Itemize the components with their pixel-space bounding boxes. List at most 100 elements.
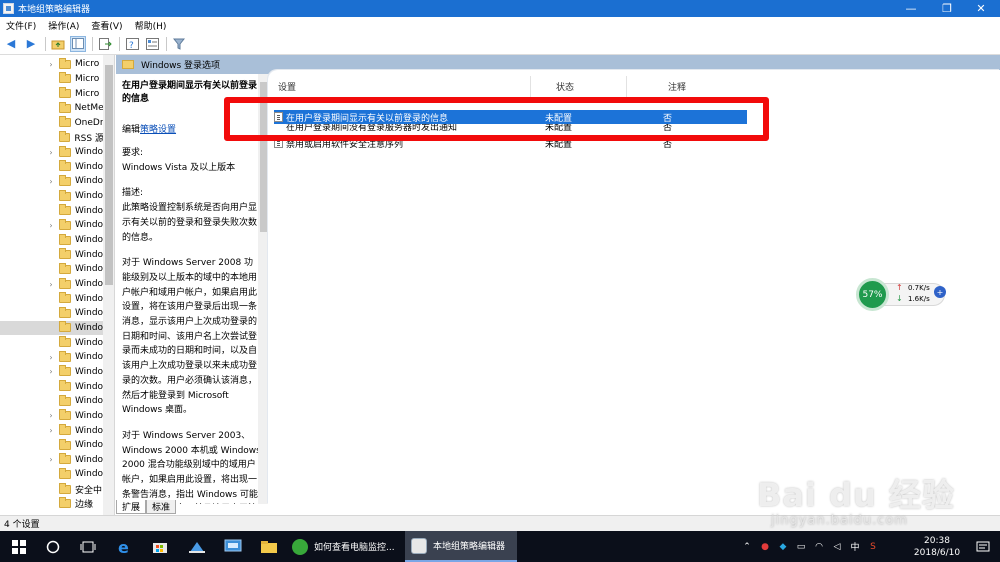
tree-item[interactable]: › Windo xyxy=(0,218,103,233)
help-icon[interactable]: ? xyxy=(124,36,140,52)
chevron-right-icon[interactable]: › xyxy=(46,411,56,420)
tree-item[interactable]: › Windo xyxy=(0,174,103,189)
tree-item[interactable]: Windo xyxy=(0,291,103,306)
tree-item[interactable]: Windo xyxy=(0,160,103,175)
column-header-setting[interactable]: 设置 xyxy=(278,80,296,93)
chevron-right-icon[interactable]: › xyxy=(46,177,56,186)
tree-item[interactable]: › Windo xyxy=(0,145,103,160)
chevron-right-icon[interactable]: › xyxy=(46,426,56,435)
tree-item-label: OneDr xyxy=(74,117,103,128)
taskbar-clock[interactable]: 20:38 2018/6/10 xyxy=(906,535,968,559)
tree-item[interactable]: Windo xyxy=(0,335,103,350)
toolbar-separator xyxy=(119,36,120,51)
chevron-right-icon[interactable]: › xyxy=(46,455,56,464)
show-hide-tree-icon[interactable] xyxy=(70,35,86,52)
chevron-right-icon[interactable]: › xyxy=(46,148,56,157)
folder-up-icon[interactable] xyxy=(50,36,66,52)
tree-scrollbar[interactable] xyxy=(103,55,114,515)
tree-item[interactable]: Windo xyxy=(0,438,103,453)
task-view-icon[interactable] xyxy=(69,531,107,562)
close-button[interactable]: ✕ xyxy=(966,0,996,17)
maximize-button[interactable]: ❐ xyxy=(932,0,962,17)
security-app-icon[interactable]: ● xyxy=(756,542,774,552)
minimize-button[interactable]: — xyxy=(896,0,926,17)
tree-item[interactable]: 安全中 xyxy=(0,482,103,497)
svg-text:e: e xyxy=(118,539,129,555)
notification-center-icon[interactable] xyxy=(966,531,1000,562)
tree-item-label: Windo xyxy=(74,264,103,275)
network-speed-widget[interactable]: 57% ↑ 0.7K/s ↓ 1.6K/s + xyxy=(856,278,948,311)
windows-start-icon[interactable] xyxy=(0,531,38,562)
tree-item[interactable]: › Windo xyxy=(0,365,103,380)
tree-item[interactable]: OneDr xyxy=(0,116,103,131)
chevron-right-icon[interactable]: › xyxy=(46,353,56,362)
chevron-right-icon[interactable]: › xyxy=(46,280,56,289)
menu-action[interactable]: 操作(A) xyxy=(48,19,79,32)
remote-desktop-icon[interactable] xyxy=(214,531,252,562)
export-list-icon[interactable] xyxy=(97,36,113,52)
tab-extended[interactable]: 扩展 xyxy=(116,500,147,514)
chevron-right-icon[interactable]: › xyxy=(46,221,56,230)
tree-item[interactable]: › Windo xyxy=(0,277,103,292)
tree-item[interactable]: Micro xyxy=(0,86,103,101)
tree-item[interactable]: Windo xyxy=(0,247,103,262)
tree-item[interactable]: › Windo xyxy=(0,409,103,424)
column-divider[interactable] xyxy=(626,76,627,98)
tree-item[interactable]: Windo xyxy=(0,204,103,219)
tab-standard[interactable]: 标准 xyxy=(146,500,177,514)
back-arrow-icon[interactable]: ◀ xyxy=(3,36,19,52)
menu-file[interactable]: 文件(F) xyxy=(6,19,36,32)
menu-view[interactable]: 查看(V) xyxy=(91,19,122,32)
volume-icon[interactable]: ◁ xyxy=(828,542,846,552)
tree-item[interactable]: Windo xyxy=(0,189,103,204)
file-explorer-icon[interactable] xyxy=(250,531,288,562)
tree-item[interactable]: Windo xyxy=(0,262,103,277)
menu-help[interactable]: 帮助(H) xyxy=(135,19,167,32)
tree-item[interactable]: 边缘 xyxy=(0,497,103,512)
tree-item[interactable]: Micro xyxy=(0,72,103,87)
tree-item[interactable]: Windo xyxy=(0,379,103,394)
taskbar-app-browser[interactable]: 如何查看电脑监控... xyxy=(286,531,398,562)
wifi-icon[interactable]: ◠ xyxy=(810,542,828,552)
scroll-thumb[interactable] xyxy=(105,65,113,285)
network-icon[interactable]: ▭ xyxy=(792,542,810,552)
ime-language-indicator[interactable]: 中 xyxy=(846,540,864,553)
store-icon[interactable] xyxy=(141,531,179,562)
search-circle-icon[interactable] xyxy=(34,531,72,562)
taskbar-app-gpedit[interactable]: 本地组策略编辑器 xyxy=(405,531,517,562)
chevron-up-icon[interactable]: ⌃ xyxy=(738,542,756,552)
edit-policy-link[interactable]: 策略设置 xyxy=(140,125,176,135)
taskbar-app-label: 本地组策略编辑器 xyxy=(433,542,506,552)
column-header-state[interactable]: 状态 xyxy=(556,80,574,93)
tree-item[interactable]: Windo xyxy=(0,394,103,409)
chevron-right-icon[interactable]: › xyxy=(46,60,56,69)
tree-item-selected[interactable]: Windo xyxy=(0,320,103,336)
tree-item-label: 边缘 xyxy=(75,500,94,511)
tree-item-label: RSS 源 xyxy=(74,134,103,145)
tree-item[interactable]: NetMe xyxy=(0,101,103,116)
column-header-note[interactable]: 注释 xyxy=(668,80,686,93)
properties-icon[interactable] xyxy=(144,36,160,52)
filter-icon[interactable] xyxy=(171,36,187,52)
tree-item-label: Windo xyxy=(74,161,103,172)
tree-item[interactable]: Windo xyxy=(0,233,103,248)
qq-app-icon[interactable]: ◆ xyxy=(774,542,792,552)
tree-item[interactable]: › Micro xyxy=(0,57,103,72)
tree-item[interactable]: Windo xyxy=(0,306,103,321)
folder-icon xyxy=(58,218,71,230)
tree-item[interactable]: RSS 源 xyxy=(0,130,103,145)
chevron-right-icon[interactable]: › xyxy=(46,367,56,376)
tree-item[interactable]: › Windo xyxy=(0,423,103,438)
edge-browser-icon[interactable]: e xyxy=(106,531,144,562)
gpedit-app-icon xyxy=(411,537,427,554)
tree-item[interactable]: › Windo xyxy=(0,350,103,365)
column-divider[interactable] xyxy=(530,76,531,98)
memory-usage-gauge: 57% xyxy=(856,278,889,311)
tree-item[interactable]: › Windo xyxy=(0,453,103,468)
cloud-app-icon[interactable] xyxy=(178,531,216,562)
tree-item-label: Windo xyxy=(74,205,103,216)
forward-arrow-icon[interactable]: ▶ xyxy=(23,36,39,52)
sogou-ime-icon[interactable]: S xyxy=(864,542,882,552)
boost-badge[interactable]: + xyxy=(934,286,946,298)
tree-item[interactable]: Windo xyxy=(0,467,103,482)
